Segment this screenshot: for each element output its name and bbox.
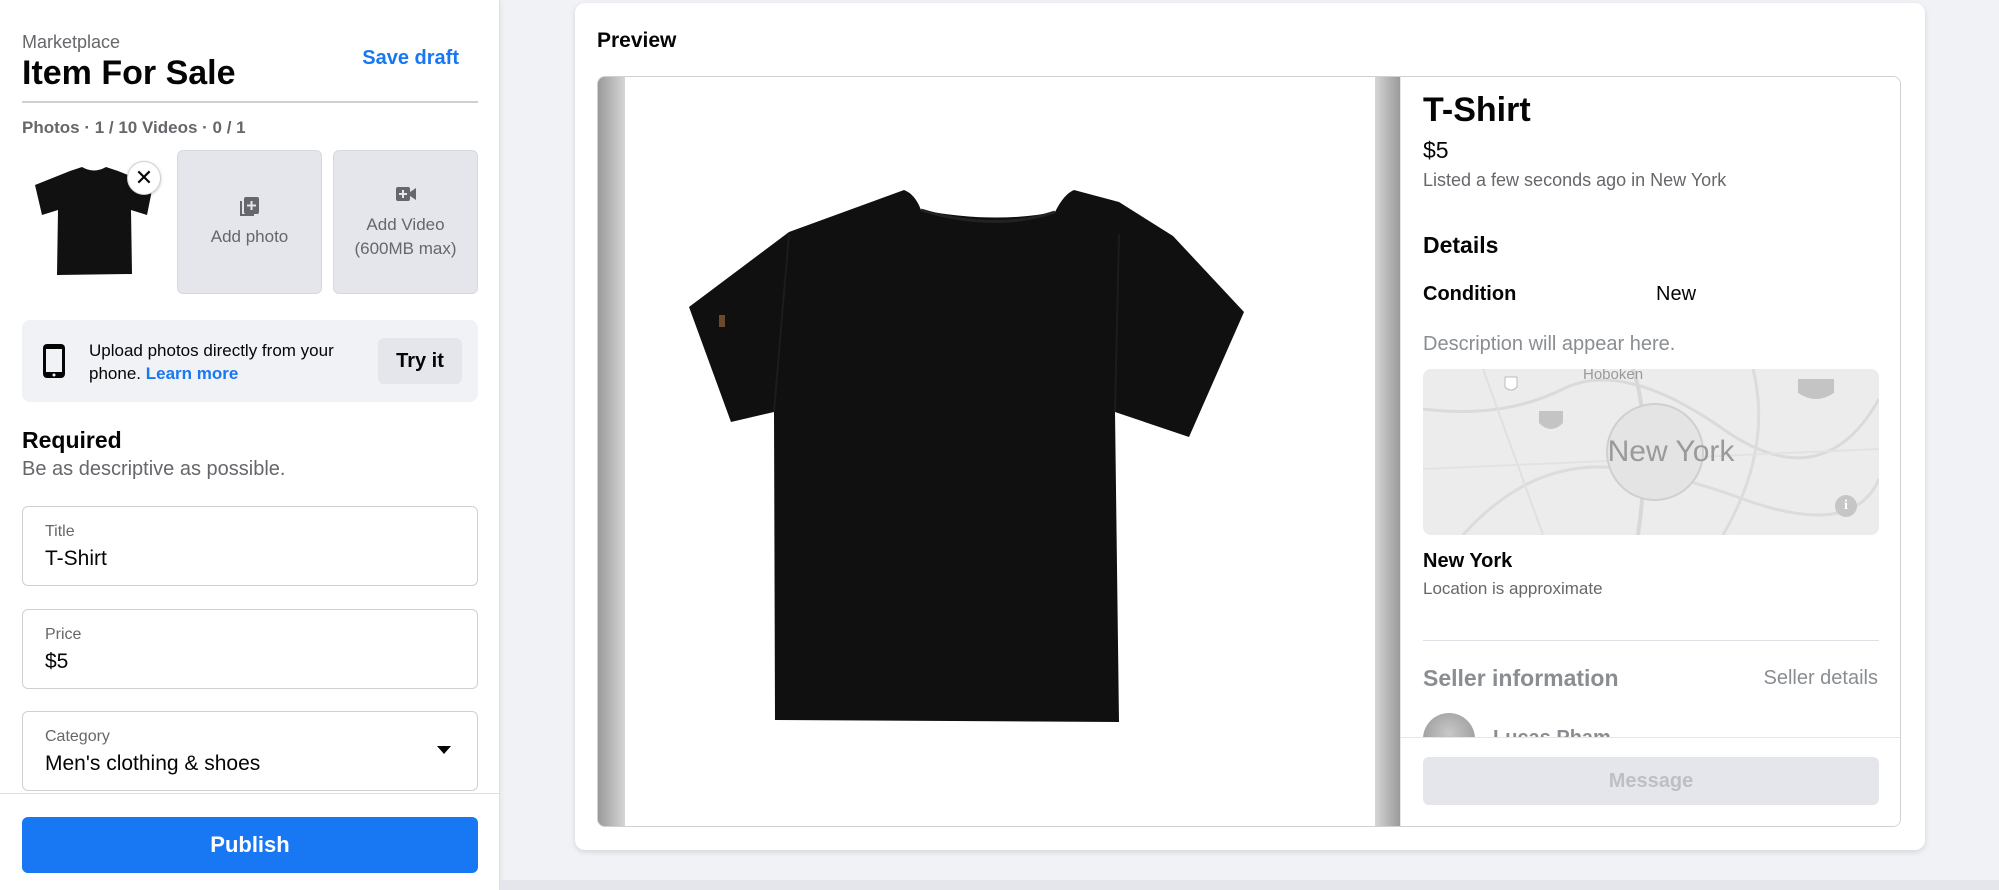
listing-title: T-Shirt — [1423, 91, 1531, 129]
page-title: Item For Sale — [22, 54, 236, 92]
phone-upload-text: Upload photos directly from your phone. … — [89, 339, 339, 385]
preview-heading: Preview — [597, 29, 677, 52]
preview-card: Preview T-Shirt $5 Listed a few seconds … — [575, 3, 1925, 850]
category-field-label: Category — [45, 728, 110, 745]
add-photo-label: Add photo — [210, 227, 289, 246]
condition-label: Condition — [1423, 283, 1517, 305]
price-field-label: Price — [45, 626, 82, 643]
seller-details-link[interactable]: Seller details — [1763, 667, 1878, 690]
try-it-button[interactable]: Try it — [378, 338, 462, 384]
image-backdrop-right — [1374, 77, 1400, 826]
dropdown-caret-icon[interactable] — [437, 746, 451, 754]
tshirt-image — [689, 190, 1244, 722]
info-icon[interactable]: i — [1835, 495, 1857, 517]
add-video-label: Add Video — [366, 215, 445, 234]
preview-image-area — [598, 77, 1400, 826]
title-field[interactable]: Title T-Shirt — [22, 506, 478, 586]
required-subtitle: Be as descriptive as possible. — [22, 458, 286, 480]
phone-icon — [43, 344, 65, 378]
condition-value: New — [1656, 283, 1697, 305]
title-field-label: Title — [45, 523, 75, 540]
preview-frame: T-Shirt $5 Listed a few seconds ago in N… — [597, 76, 1901, 827]
phone-upload-banner: Upload photos directly from your phone. … — [22, 320, 478, 402]
add-photo-button[interactable]: Add photo — [177, 150, 322, 294]
seller-heading: Seller information — [1423, 665, 1619, 691]
image-backdrop-left — [598, 77, 626, 826]
remove-photo-button[interactable]: ✕ — [127, 161, 161, 195]
message-button[interactable]: Message — [1423, 757, 1879, 805]
add-photo-icon — [239, 197, 259, 216]
add-video-icon — [395, 187, 416, 201]
publish-button[interactable]: Publish — [22, 817, 478, 873]
save-draft-button[interactable]: Save draft — [362, 47, 459, 70]
divider — [1423, 640, 1879, 641]
learn-more-link[interactable]: Learn more — [146, 364, 239, 383]
map-city-label: New York — [1607, 435, 1735, 468]
category-select[interactable]: Category Men's clothing & shoes — [22, 711, 478, 791]
listing-editor-panel: Marketplace Item For Sale Save draft Pho… — [0, 0, 500, 890]
title-field-value[interactable]: T-Shirt — [45, 547, 107, 571]
required-heading: Required — [22, 427, 122, 453]
divider — [22, 101, 478, 103]
description-placeholder: Description will appear here. — [1423, 333, 1676, 355]
location-note: Location is approximate — [1423, 579, 1603, 598]
listing-info-panel: T-Shirt $5 Listed a few seconds ago in N… — [1400, 77, 1900, 826]
media-count: Photos · 1 / 10 Videos · 0 / 1 — [22, 118, 246, 137]
details-heading: Details — [1423, 232, 1499, 258]
listing-price: $5 — [1423, 137, 1449, 163]
location-name: New York — [1423, 550, 1513, 572]
close-icon: ✕ — [134, 165, 154, 190]
map-label-hoboken: Hoboken — [1583, 369, 1644, 383]
add-video-limit: (600MB max) — [354, 239, 457, 258]
preview-image[interactable] — [625, 77, 1375, 826]
category-field-value[interactable]: Men's clothing & shoes — [45, 752, 260, 776]
divider — [0, 793, 500, 794]
price-field-value[interactable]: $5 — [45, 650, 68, 674]
window-bottom-edge — [500, 880, 1999, 890]
price-field[interactable]: Price $5 — [22, 609, 478, 689]
add-video-button[interactable]: Add Video (600MB max) — [333, 150, 478, 294]
message-bar: Message — [1401, 737, 1900, 826]
listing-meta: Listed a few seconds ago in New York — [1423, 170, 1727, 190]
location-map[interactable]: Hoboken New York i — [1423, 369, 1879, 535]
breadcrumb[interactable]: Marketplace — [22, 32, 120, 53]
